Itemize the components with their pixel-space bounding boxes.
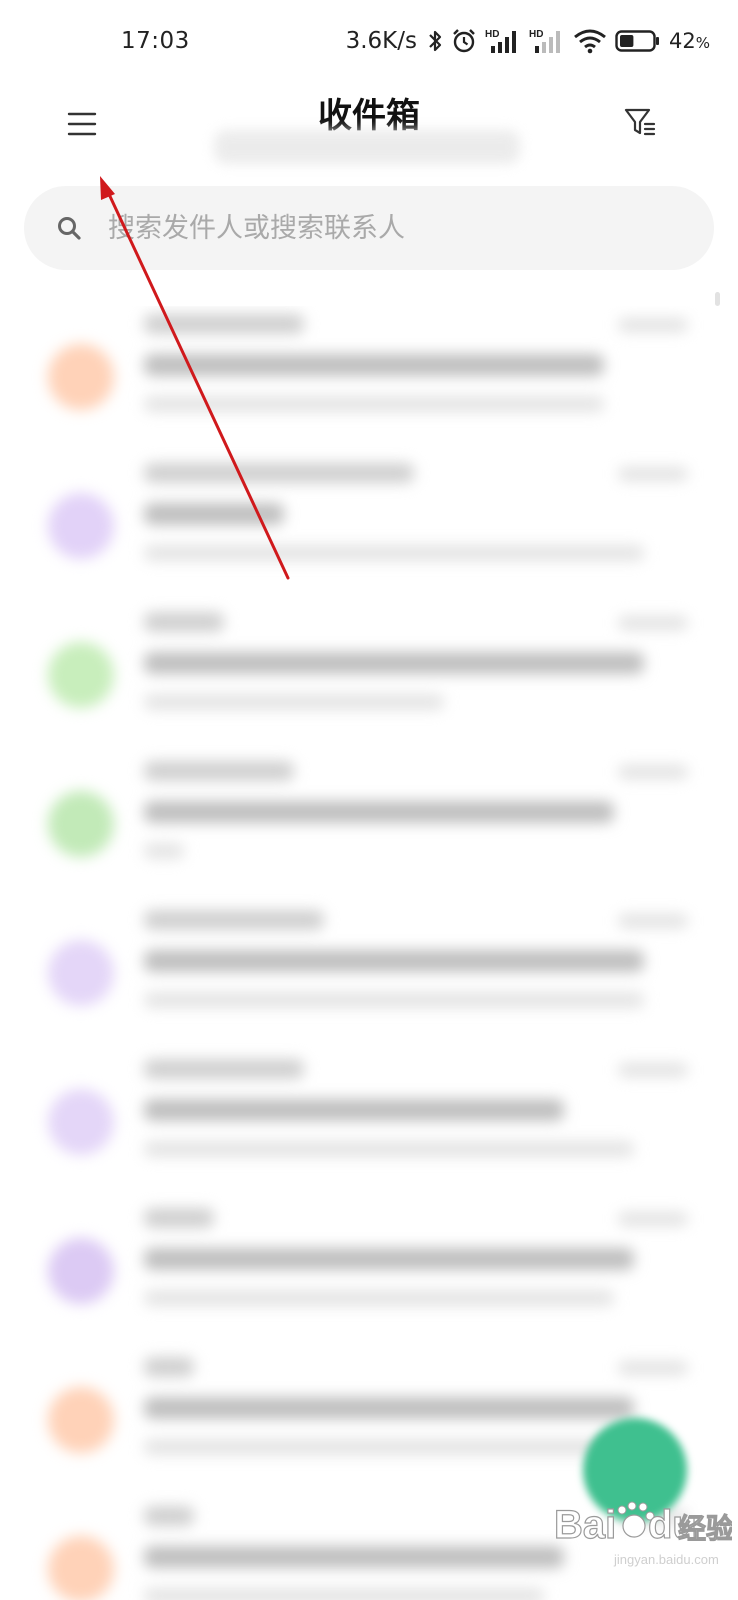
network-speed: 3.6K/s xyxy=(345,28,417,54)
search-icon xyxy=(54,213,84,243)
filter-button[interactable] xyxy=(620,104,660,144)
mail-item[interactable] xyxy=(0,306,738,455)
sender-avatar xyxy=(48,1387,114,1453)
mail-item[interactable] xyxy=(0,455,738,604)
mail-list[interactable] xyxy=(0,306,738,1600)
mail-subject xyxy=(144,950,644,972)
mail-preview xyxy=(144,1141,634,1157)
mail-subject xyxy=(144,1546,564,1568)
mail-subject xyxy=(144,652,644,674)
sender-avatar xyxy=(48,642,114,708)
mail-item[interactable] xyxy=(0,902,738,1051)
mail-time xyxy=(618,914,688,928)
wifi-icon xyxy=(573,28,607,54)
sender-avatar xyxy=(48,344,114,410)
sender-avatar xyxy=(48,1536,114,1600)
sender-name xyxy=(144,463,414,483)
mail-subject xyxy=(144,801,614,823)
mail-subject xyxy=(144,1248,634,1270)
status-bar: 17:03 3.6K/s HD HD 42% xyxy=(0,0,738,84)
sender-name xyxy=(144,1208,214,1228)
mail-time xyxy=(618,1361,688,1375)
compose-button[interactable] xyxy=(583,1418,687,1522)
sender-name xyxy=(144,612,224,632)
mail-preview xyxy=(144,396,604,412)
sender-name xyxy=(144,1506,194,1526)
mail-time xyxy=(618,1212,688,1226)
mail-time xyxy=(618,765,688,779)
status-time: 17:03 xyxy=(121,28,190,54)
mail-time xyxy=(618,1063,688,1077)
status-icons: 3.6K/s HD HD 42% xyxy=(346,26,710,56)
mail-preview xyxy=(144,1439,634,1455)
mail-subject xyxy=(144,354,604,376)
mail-time xyxy=(618,318,688,332)
mail-subject xyxy=(144,1099,564,1121)
svg-text:HD: HD xyxy=(485,29,499,40)
scrollbar[interactable] xyxy=(715,292,720,306)
sender-name xyxy=(144,1059,304,1079)
sender-avatar xyxy=(48,1089,114,1155)
battery-percent: 42% xyxy=(669,29,710,53)
search-input[interactable] xyxy=(108,212,668,244)
mail-preview xyxy=(144,1588,544,1600)
sender-avatar xyxy=(48,1238,114,1304)
svg-text:HD: HD xyxy=(529,29,543,40)
mail-preview xyxy=(144,843,184,859)
mail-item[interactable] xyxy=(0,604,738,753)
mail-preview xyxy=(144,545,644,561)
mail-item[interactable] xyxy=(0,753,738,902)
mail-subject xyxy=(144,1397,634,1419)
mail-item[interactable] xyxy=(0,1051,738,1200)
bluetooth-icon xyxy=(427,28,443,54)
mail-preview xyxy=(144,694,444,710)
hd-signal-icon: HD xyxy=(529,27,565,55)
account-subtitle xyxy=(214,130,520,164)
filter-icon xyxy=(623,105,657,143)
sender-avatar xyxy=(48,940,114,1006)
search-bar[interactable] xyxy=(24,186,714,270)
sender-name xyxy=(144,910,324,930)
sender-name xyxy=(144,761,294,781)
mail-subject xyxy=(144,503,284,525)
mail-preview xyxy=(144,1290,614,1306)
sender-avatar xyxy=(48,493,114,559)
sender-avatar xyxy=(48,791,114,857)
sender-name xyxy=(144,1357,194,1377)
battery-icon xyxy=(615,29,661,53)
mail-time xyxy=(618,467,688,481)
mail-time xyxy=(618,616,688,630)
mail-item[interactable] xyxy=(0,1200,738,1349)
mail-preview xyxy=(144,992,644,1008)
hd-signal-icon: HD xyxy=(485,27,521,55)
alarm-icon xyxy=(451,28,477,54)
app-header: 收件箱 xyxy=(0,84,738,174)
sender-name xyxy=(144,314,304,334)
